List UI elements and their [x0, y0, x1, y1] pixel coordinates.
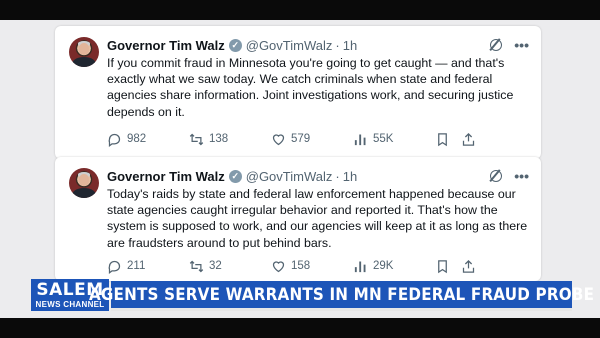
- like-button[interactable]: 579: [271, 132, 353, 147]
- bookmark-button[interactable]: [435, 132, 461, 147]
- verified-badge-icon: ✓: [228, 169, 242, 183]
- author-name[interactable]: Governor Tim Walz: [107, 38, 225, 53]
- letterbox-bottom: [0, 318, 600, 338]
- tweet-text: Today's raids by state and federal law e…: [107, 187, 528, 250]
- reply-button[interactable]: 982: [107, 132, 189, 147]
- reply-icon: [108, 260, 121, 274]
- views-icon: [354, 134, 366, 145]
- letterbox-top: [0, 0, 600, 20]
- like-button[interactable]: 158: [271, 259, 353, 274]
- grok-icon[interactable]: [490, 39, 503, 51]
- repost-count: 138: [209, 133, 229, 145]
- views-button[interactable]: 29K: [353, 259, 435, 274]
- like-count: 158: [291, 260, 311, 272]
- tweet-card[interactable]: Governor Tim Walz ✓ @GovTimWalz · 1h •••…: [55, 157, 541, 281]
- share-icon: [462, 259, 475, 273]
- tweet-header: Governor Tim Walz ✓ @GovTimWalz · 1h •••: [107, 167, 529, 185]
- bookmark-icon: [438, 259, 447, 273]
- headline-underline: [111, 308, 572, 311]
- tweet-header: Governor Tim Walz ✓ @GovTimWalz · 1h •••: [107, 36, 529, 54]
- share-button[interactable]: [461, 132, 481, 147]
- heart-icon: [272, 260, 285, 272]
- headline-text: AGENTS SERVE WARRANTS IN MN FEDERAL FRAU…: [88, 285, 595, 304]
- heart-icon: [272, 133, 285, 145]
- share-icon: [462, 132, 475, 146]
- views-button[interactable]: 55K: [353, 132, 435, 147]
- repost-count: 32: [209, 260, 222, 272]
- avatar[interactable]: [69, 168, 99, 198]
- reply-count: 982: [127, 133, 147, 145]
- bookmark-icon: [438, 132, 447, 146]
- news-chyron: SALEM NEWS CHANNEL AGENTS SERVE WARRANTS…: [31, 279, 594, 311]
- views-count: 29K: [373, 260, 394, 272]
- repost-button[interactable]: 32: [189, 259, 271, 274]
- separator-dot: ·: [335, 37, 340, 53]
- tweet-time[interactable]: 1h: [343, 169, 357, 184]
- repost-button[interactable]: 138: [189, 132, 271, 147]
- avatar[interactable]: [69, 37, 99, 67]
- more-icon[interactable]: •••: [514, 38, 529, 52]
- verified-badge-icon: ✓: [228, 38, 242, 52]
- tweet-card[interactable]: Governor Tim Walz ✓ @GovTimWalz · 1h •••…: [55, 26, 541, 159]
- reply-icon: [108, 133, 121, 147]
- author-name[interactable]: Governor Tim Walz: [107, 169, 225, 184]
- reply-button[interactable]: 211: [107, 259, 189, 274]
- share-button[interactable]: [461, 259, 481, 274]
- tweet-text: If you commit fraud in Minnesota you're …: [107, 56, 514, 119]
- repost-icon: [189, 133, 204, 145]
- bookmark-button[interactable]: [435, 259, 461, 274]
- tweet-time[interactable]: 1h: [343, 38, 357, 53]
- tweet-actions: 982 138 579 55K: [107, 131, 529, 147]
- repost-icon: [189, 260, 204, 272]
- reply-count: 211: [127, 260, 146, 272]
- like-count: 579: [291, 133, 311, 145]
- separator-dot: ·: [335, 168, 340, 184]
- author-handle[interactable]: @GovTimWalz: [246, 38, 333, 53]
- headline-bar: AGENTS SERVE WARRANTS IN MN FEDERAL FRAU…: [89, 281, 594, 308]
- views-icon: [354, 261, 366, 272]
- author-handle[interactable]: @GovTimWalz: [246, 169, 333, 184]
- tweet-actions: 211 32 158 29K: [107, 258, 529, 274]
- more-icon[interactable]: •••: [514, 169, 529, 183]
- views-count: 55K: [373, 133, 394, 145]
- grok-icon[interactable]: [490, 170, 503, 182]
